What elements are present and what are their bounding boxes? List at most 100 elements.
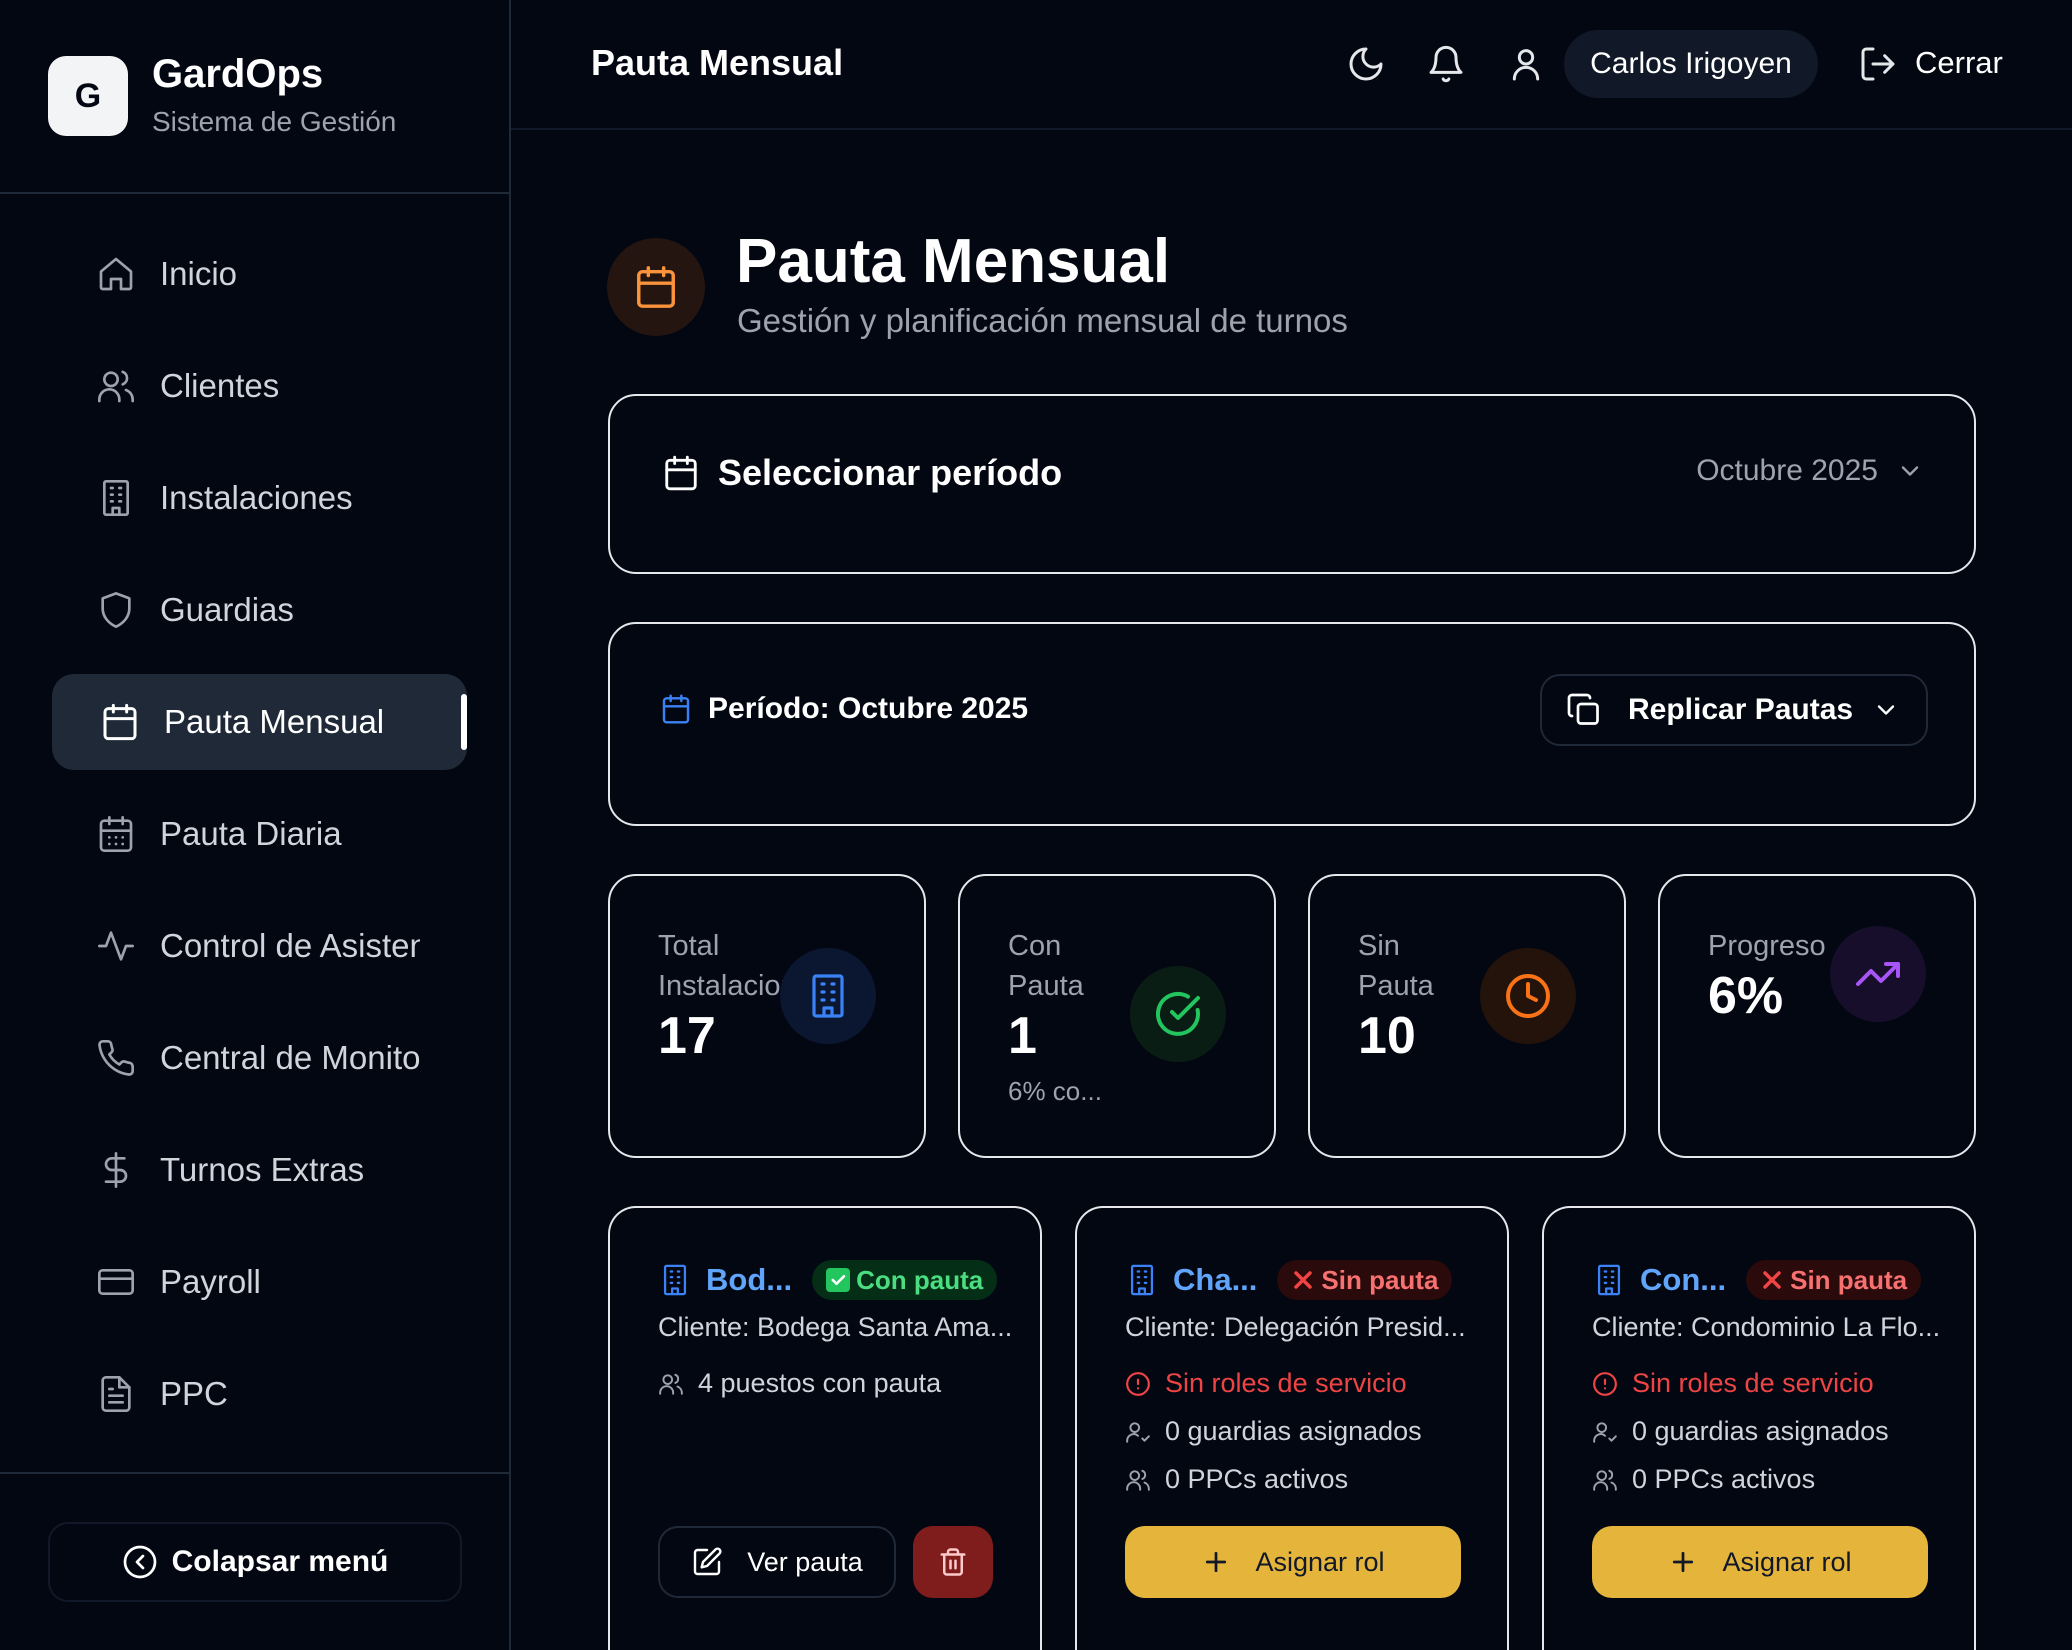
x-icon	[1291, 1268, 1315, 1292]
current-period: Período: Octubre 2025	[660, 692, 1028, 726]
building-icon	[103, 480, 129, 516]
sidebar-item-instalaciones[interactable]: Instalaciones	[52, 450, 467, 546]
moon-icon[interactable]	[1346, 44, 1386, 84]
sidebar-item-label: Central de Monitoreo	[160, 1039, 420, 1076]
brand-logo[interactable]: G	[48, 56, 128, 136]
installation-guards: 0 guardias asignados	[1125, 1416, 1422, 1447]
replicate-pautas-label: Replicar Pautas	[1628, 693, 1854, 726]
period-dropdown[interactable]: Octubre 2025	[1696, 454, 1924, 488]
sidebar: G GardOps Sistema de Gestión Inicio Clie…	[0, 0, 511, 1650]
ver-pauta-label: Ver pauta	[747, 1546, 863, 1577]
sidebar-item-label: PPC	[160, 1375, 228, 1412]
home-icon	[99, 257, 133, 291]
chevron-left-circle-icon	[123, 1545, 156, 1579]
replicate-pautas-button[interactable]: Replicar Pautas	[1540, 674, 1928, 746]
sidebar-item-label: Turnos Extras	[160, 1151, 365, 1188]
check-circle-icon	[1156, 991, 1200, 1036]
installation-name[interactable]: Bod...	[706, 1262, 792, 1298]
user-check-icon	[1126, 1421, 1150, 1443]
installation-guards-label: 0 guardias asignados	[1165, 1416, 1422, 1446]
sidebar-item-label: Control de Asistencias	[160, 927, 420, 964]
sidebar-item-central-monitoreo[interactable]: Central de Monitoreo	[52, 1010, 467, 1106]
installation-warning-label: Sin roles de servicio	[1632, 1368, 1874, 1398]
installation-warning: Sin roles de servicio	[1592, 1368, 1874, 1399]
calendar-icon	[665, 455, 697, 491]
asignar-rol-button[interactable]: Asignar rol	[1125, 1526, 1461, 1598]
installation-puestos: 4 puestos con pauta	[658, 1368, 941, 1399]
activity-icon	[98, 931, 135, 961]
collapse-menu-button[interactable]: Colapsar menú	[48, 1522, 462, 1602]
installation-warning-label: Sin roles de servicio	[1165, 1368, 1407, 1398]
asignar-rol-button[interactable]: Asignar rol	[1592, 1526, 1928, 1598]
calendar-days-icon	[99, 816, 133, 852]
logout-button[interactable]: Cerrar	[1915, 45, 2003, 81]
status-badge-label: Sin pauta	[1790, 1264, 1908, 1295]
calendar-icon	[637, 266, 675, 308]
sidebar-item-ppc[interactable]: PPC	[52, 1346, 467, 1442]
top-header: Pauta Mensual Carlos Irigoyen Cerrar	[511, 0, 2072, 130]
stat-card-progreso: Progreso 6%	[1658, 874, 1976, 1158]
stat-value: 10	[1358, 1007, 1416, 1065]
status-badge-label: Sin pauta	[1321, 1264, 1439, 1295]
stat-value: 1	[1008, 1007, 1037, 1065]
installation-puestos-label: 4 puestos con pauta	[698, 1368, 942, 1398]
sidebar-item-pauta-diaria[interactable]: Pauta Diaria	[52, 786, 467, 882]
sidebar-item-label: Pauta Diaria	[160, 815, 342, 852]
sidebar-item-inicio[interactable]: Inicio	[52, 226, 467, 322]
user-icon[interactable]	[1506, 44, 1546, 84]
logout-icon[interactable]	[1858, 44, 1898, 84]
status-badge-label: Con pauta	[856, 1264, 984, 1295]
stat-icon-badge	[1480, 948, 1576, 1044]
sidebar-item-turnos-extras[interactable]: Turnos Extras	[52, 1122, 467, 1218]
sidebar-item-guardias[interactable]: Guardias	[52, 562, 467, 658]
sidebar-item-label: Instalaciones	[160, 479, 353, 516]
installation-name[interactable]: Cha...	[1173, 1262, 1257, 1298]
collapse-menu-label: Colapsar menú	[171, 1545, 389, 1578]
installation-name[interactable]: Con...	[1640, 1262, 1726, 1298]
edit-icon	[694, 1547, 722, 1576]
sidebar-item-label: Pauta Mensual	[164, 703, 385, 740]
installation-client: Cliente: Bodega Santa Ama...	[658, 1312, 1013, 1342]
user-check-icon	[1593, 1421, 1617, 1443]
stat-label: Con Pauta	[1008, 930, 1084, 1002]
stat-value: 6%	[1708, 967, 1784, 1025]
page-title: Pauta Mensual	[736, 227, 1171, 296]
page-icon-badge	[607, 238, 705, 336]
sidebar-item-pauta-mensual[interactable]: Pauta Mensual	[52, 674, 467, 770]
calendar-icon	[662, 694, 690, 724]
installation-ppcs: 0 PPCs activos	[1125, 1464, 1348, 1495]
sidebar-item-control-asistencias[interactable]: Control de Asistencias	[52, 898, 467, 994]
user-name-pill[interactable]: Carlos Irigoyen	[1564, 30, 1818, 98]
stat-icon-badge	[780, 948, 876, 1044]
sidebar-item-label: Inicio	[160, 255, 238, 292]
bell-icon[interactable]	[1426, 44, 1466, 84]
stat-card-total-instalaciones: Total Instalaciones 17	[608, 874, 926, 1158]
ver-pauta-button[interactable]: Ver pauta	[658, 1526, 896, 1598]
credit-card-icon	[98, 1269, 135, 1295]
building-icon	[663, 1264, 687, 1296]
check-box-icon	[826, 1268, 851, 1292]
period-selector-label: Seleccionar período	[662, 452, 1062, 494]
stat-card-con-pauta: Con Pauta 1 6% co...	[958, 874, 1276, 1158]
alert-circle-icon	[1126, 1371, 1150, 1396]
file-icon	[101, 1376, 131, 1412]
sidebar-item-clientes[interactable]: Clientes	[52, 338, 467, 434]
installation-card: Con... Sin pauta Cliente: Condominio La …	[1542, 1206, 1976, 1650]
installation-client: Cliente: Delegación Presid...	[1125, 1312, 1466, 1342]
plus-icon	[1206, 1551, 1227, 1573]
status-badge: Sin pauta	[1746, 1260, 1922, 1300]
stat-icon-badge	[1830, 926, 1926, 1022]
chevron-down-icon	[1901, 466, 1919, 476]
stat-label: Sin Pauta	[1358, 930, 1434, 1002]
users-icon	[1593, 1469, 1617, 1491]
building-icon	[812, 974, 844, 1018]
stat-value: 17	[658, 1007, 716, 1065]
sidebar-item-label: Guardias	[160, 591, 294, 628]
installation-ppcs-label: 0 PPCs activos	[1632, 1464, 1816, 1494]
chevron-down-icon	[1877, 705, 1895, 715]
delete-button[interactable]	[913, 1526, 993, 1598]
sidebar-item-payroll[interactable]: Payroll	[52, 1234, 467, 1330]
page-subtitle: Gestión y planificación mensual de turno…	[737, 302, 1348, 339]
current-period-label: Período: Octubre 2025	[708, 692, 1029, 725]
copy-icon	[1567, 693, 1599, 725]
